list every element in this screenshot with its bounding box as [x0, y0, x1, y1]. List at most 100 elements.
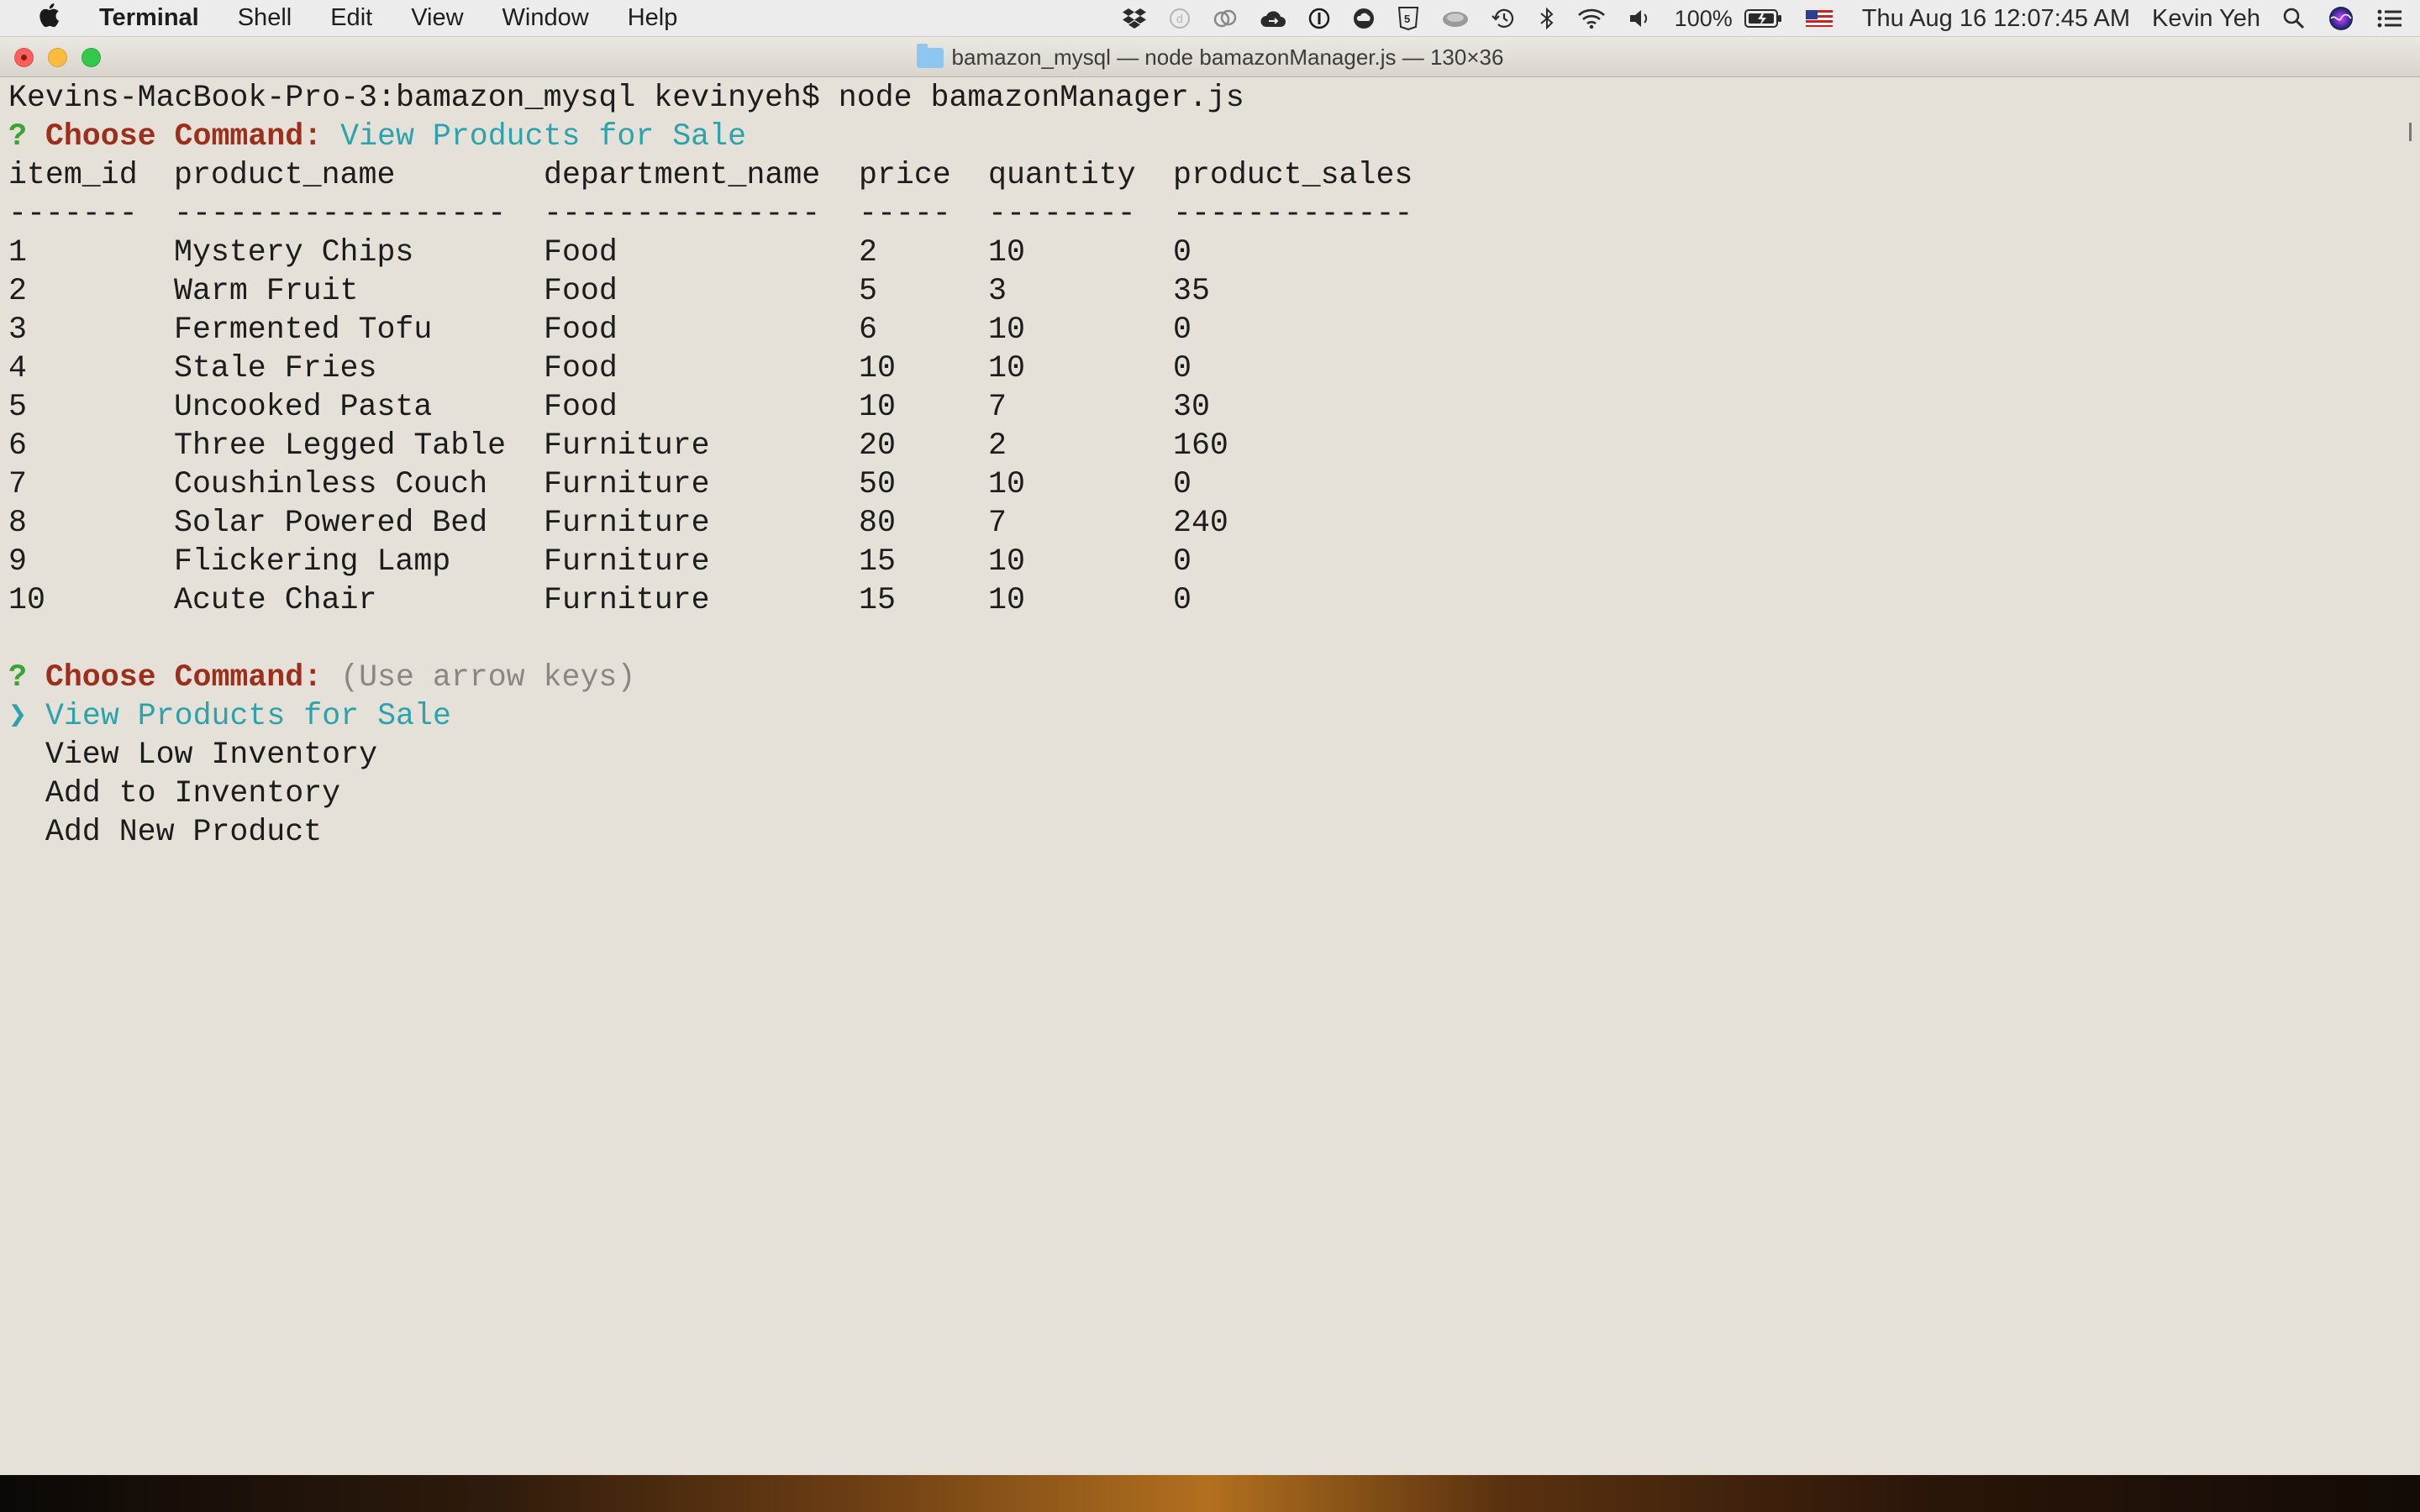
cell-product-name: Uncooked Pasta [174, 390, 433, 424]
wifi-icon[interactable] [1566, 8, 1617, 29]
cell-item-id: 9 [8, 544, 27, 579]
shell-prompt: Kevins-MacBook-Pro-3:bamazon_mysql kevin… [8, 81, 1244, 115]
menu-option-label: Add New Product [45, 815, 323, 849]
backup-icon[interactable] [1341, 7, 1386, 30]
cell-price: 10 [859, 390, 896, 424]
answered-question-line: ? Choose Command: View Products for Sale [8, 118, 2412, 156]
cell-department-name: Furniture [544, 506, 710, 540]
separator: ------------- [1173, 197, 1413, 231]
cell-quantity: 10 [988, 312, 1025, 347]
table-separator-row: ------- ------------------ -------------… [8, 195, 2412, 234]
cell-price: 20 [859, 428, 896, 463]
cell-price: 15 [859, 544, 896, 579]
column-header-product-sales: product_sales [1173, 158, 1413, 192]
cell-quantity: 10 [988, 583, 1025, 617]
cell-product-name: Solar Powered Bed [174, 506, 488, 540]
terminal-content[interactable]: Kevins-MacBook-Pro-3:bamazon_mysql kevin… [8, 79, 2412, 1465]
separator: --------------- [544, 197, 821, 231]
table-row: 7 Coushinless Couch Furniture 50 10 0 [8, 465, 2412, 504]
cell-department-name: Food [544, 312, 618, 347]
menu-option[interactable]: Add New Product [8, 813, 2412, 852]
siri-icon[interactable] [2317, 5, 2365, 32]
cell-quantity: 10 [988, 235, 1025, 270]
cell-quantity: 7 [988, 390, 1007, 424]
active-question-line: ? Choose Command: (Use arrow keys) [8, 659, 2412, 697]
apple-menu-icon[interactable] [32, 3, 66, 34]
battery-icon[interactable] [1744, 8, 1795, 29]
input-source-flag-icon[interactable] [1795, 10, 1844, 27]
dropbox-icon[interactable] [1111, 8, 1158, 29]
menu-extras: d 5 100% Thu Aug 16 12:07:45 AM Kevin Ye… [1111, 0, 2420, 37]
question-mark: ? [8, 119, 27, 154]
menu-option-selected[interactable]: ❯ View Products for Sale [8, 697, 2412, 736]
window-titlebar[interactable]: bamazon_mysql — node bamazonManager.js —… [0, 37, 2420, 77]
cell-department-name: Food [544, 235, 618, 270]
cell-item-id: 4 [8, 351, 27, 386]
zoom-window-button[interactable] [82, 48, 101, 67]
creative-cloud-icon[interactable] [1202, 8, 1249, 29]
cell-price: 15 [859, 583, 896, 617]
cloud-sync-icon[interactable] [1249, 8, 1297, 29]
menu-edit[interactable]: Edit [311, 4, 392, 32]
cell-product-name: Coushinless Couch [174, 467, 488, 501]
folder-icon [916, 44, 944, 68]
column-header-item-id: item_id [8, 158, 138, 192]
separator: ----- [859, 197, 951, 231]
selection-pointer-icon: ❯ [8, 699, 28, 733]
command-label: Choose Command: [45, 660, 323, 695]
dashlane-icon[interactable]: d [1158, 8, 1202, 29]
table-row: 4 Stale Fries Food 10 10 0 [8, 349, 2412, 388]
menubar-clock[interactable]: Thu Aug 16 12:07:45 AM [1844, 5, 2141, 33]
bluetooth-icon[interactable] [1528, 7, 1566, 30]
menu-option[interactable]: Add to Inventory [8, 774, 2412, 813]
cell-product-sales: 0 [1173, 467, 1192, 501]
menu-view[interactable]: View [392, 4, 482, 32]
html5-icon[interactable]: 5 [1386, 7, 1430, 30]
cell-product-name: Three Legged Table [174, 428, 507, 463]
cell-item-id: 3 [8, 312, 27, 347]
menu-window[interactable]: Window [483, 4, 608, 32]
scroll-indicator [2409, 123, 2412, 141]
menubar-user[interactable]: Kevin Yeh [2141, 5, 2271, 33]
cell-product-sales: 35 [1173, 274, 1210, 308]
cell-price: 2 [859, 235, 877, 270]
table-row: 9 Flickering Lamp Furniture 15 10 0 [8, 543, 2412, 581]
battery-percent[interactable]: 100% [1664, 6, 1744, 32]
vpn-icon[interactable] [1430, 8, 1481, 29]
menu-shell[interactable]: Shell [218, 4, 312, 32]
menu-option[interactable]: View Low Inventory [8, 736, 2412, 774]
column-header-quantity: quantity [988, 158, 1136, 192]
table-header-row: item_id product_name department_name pri… [8, 156, 2412, 195]
menu-option-label: Add to Inventory [45, 776, 341, 811]
close-window-button[interactable] [14, 48, 34, 67]
cell-department-name: Food [544, 390, 618, 424]
notification-center-icon[interactable] [2365, 8, 2420, 29]
cell-price: 5 [859, 274, 877, 308]
desktop-wallpaper [0, 1475, 2420, 1512]
cell-department-name: Food [544, 351, 618, 386]
svg-text:d: d [1176, 12, 1183, 25]
cell-item-id: 7 [8, 467, 27, 501]
cell-product-sales: 0 [1173, 583, 1192, 617]
table-row: 1 Mystery Chips Food 2 10 0 [8, 234, 2412, 272]
cell-quantity: 7 [988, 506, 1007, 540]
menu-app-terminal[interactable]: Terminal [92, 4, 218, 32]
column-header-department-name: department_name [544, 158, 821, 192]
volume-icon[interactable] [1617, 8, 1664, 29]
menu-help[interactable]: Help [608, 4, 697, 32]
1password-icon[interactable] [1297, 8, 1341, 29]
cell-price: 6 [859, 312, 877, 347]
cell-product-name: Acute Chair [174, 583, 377, 617]
time-machine-icon[interactable] [1481, 7, 1528, 30]
minimize-window-button[interactable] [48, 48, 67, 67]
separator: ------- [8, 197, 138, 231]
cell-product-sales: 30 [1173, 390, 1210, 424]
cell-price: 80 [859, 506, 896, 540]
cell-quantity: 10 [988, 467, 1025, 501]
cell-product-sales: 240 [1173, 506, 1228, 540]
spotlight-search-icon[interactable] [2271, 7, 2317, 30]
cell-product-sales: 0 [1173, 312, 1192, 347]
terminal-window: bamazon_mysql — node bamazonManager.js —… [0, 37, 2420, 1475]
window-title: bamazon_mysql — node bamazonManager.js —… [0, 37, 2420, 77]
